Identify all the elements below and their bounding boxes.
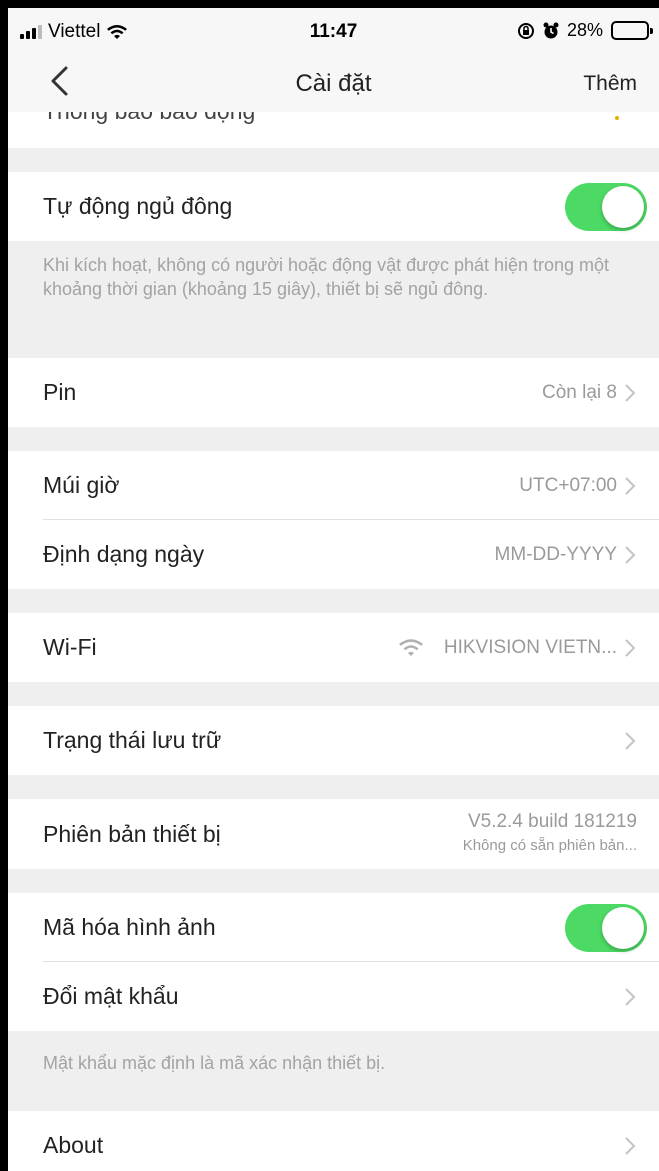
password-note: Mật khẩu mặc định là mã xác nhận thiết b… [8, 1031, 659, 1111]
about-row[interactable]: About [8, 1111, 659, 1171]
battery-icon [611, 21, 653, 40]
timezone-value-wrap: UTC+07:00 [519, 475, 637, 497]
image-encryption-row: Mã hóa hình ảnh [8, 893, 659, 962]
about-value-wrap [623, 1135, 637, 1157]
alarm-icon [543, 22, 559, 38]
status-right: 28% [517, 20, 653, 41]
status-dot-icon [615, 116, 619, 120]
hibernate-label: Tự động ngủ đông [43, 193, 233, 219]
image-encryption-toggle[interactable] [565, 903, 647, 952]
chevron-right-icon [625, 383, 636, 402]
device-version-number: V5.2.4 build 181219 [467, 810, 637, 832]
chevron-right-icon [625, 731, 636, 750]
section-gap [8, 775, 659, 799]
hibernate-note: Khi kích hoạt, không có người hoặc động … [8, 241, 659, 358]
section-gap [8, 682, 659, 706]
wifi-icon [398, 638, 423, 656]
section-gap [8, 427, 659, 451]
image-encryption-label: Mã hóa hình ảnh [43, 914, 216, 940]
chevron-right-icon [625, 1136, 636, 1155]
wifi-row[interactable]: Wi-Fi HIKVISION VIETN... [8, 613, 659, 682]
date-format-label: Định dạng ngày [43, 541, 205, 567]
more-button[interactable]: Thêm [583, 72, 637, 96]
chevron-right-icon [625, 476, 636, 495]
about-label: About [43, 1132, 104, 1158]
section-gap [8, 148, 659, 172]
device-version-row: Phiên bản thiết bị V5.2.4 build 181219 K… [8, 799, 659, 869]
section-gap [8, 869, 659, 893]
hibernate-toggle[interactable] [565, 182, 647, 231]
page-title: Cài đặt [295, 70, 372, 97]
chevron-right-icon [625, 638, 636, 657]
date-format-row[interactable]: Định dạng ngày MM-DD-YYYY [8, 520, 659, 589]
timezone-label: Múi giờ [43, 472, 120, 498]
wifi-label: Wi-Fi [43, 634, 97, 660]
change-password-label: Đổi mật khẩu [43, 983, 179, 1009]
battery-value-wrap: Còn lại 8 [542, 382, 637, 404]
storage-row[interactable]: Trạng thái lưu trữ [8, 706, 659, 775]
battery-row[interactable]: Pin Còn lại 8 [8, 358, 659, 427]
wifi-value-wrap: HIKVISION VIETN... [398, 637, 637, 659]
change-password-row[interactable]: Đổi mật khẩu [8, 962, 659, 1031]
toggle-knob [602, 185, 644, 228]
date-format-value-wrap: MM-DD-YYYY [495, 544, 637, 566]
battery-value: Còn lại 8 [542, 381, 617, 403]
change-password-value-wrap [623, 986, 637, 1008]
chevron-right-icon [625, 987, 636, 1006]
settings-screen: Viettel 11:47 28% Cài đặt Thêm Tự động n… [8, 8, 659, 1171]
alarm-notification-row[interactable]: Thông báo báo động [8, 112, 659, 148]
battery-percent: 28% [566, 20, 603, 40]
hibernate-row: Tự động ngủ đông [8, 172, 659, 241]
chevron-right-icon [625, 545, 636, 564]
device-version-values: V5.2.4 build 181219 Không có sẵn phiên b… [463, 811, 637, 854]
wifi-value: HIKVISION VIETN... [443, 636, 617, 658]
device-update-status: Không có sẵn phiên bản... [462, 836, 637, 854]
date-format-value: MM-DD-YYYY [494, 543, 617, 565]
device-version-label: Phiên bản thiết bị [43, 820, 221, 847]
battery-label: Pin [43, 379, 77, 405]
section-gap [8, 589, 659, 613]
timezone-row[interactable]: Múi giờ UTC+07:00 [8, 451, 659, 520]
storage-label: Trạng thái lưu trữ [43, 727, 222, 753]
orientation-lock-icon [517, 22, 534, 39]
nav-bar: Cài đặt Thêm [8, 52, 659, 112]
storage-value-wrap [623, 730, 637, 752]
toggle-knob [602, 906, 644, 949]
alarm-notification-label: Thông báo báo động [43, 112, 255, 125]
status-bar: Viettel 11:47 28% [8, 8, 659, 52]
timezone-value: UTC+07:00 [519, 474, 617, 496]
